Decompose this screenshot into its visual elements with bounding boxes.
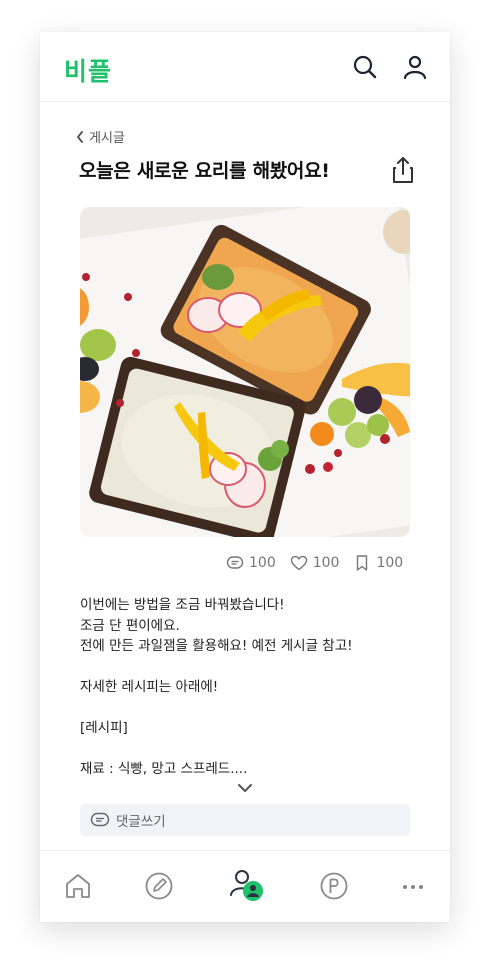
bookmark-count-value: 100 — [376, 555, 404, 571]
bookmark-count[interactable]: 100 — [353, 554, 403, 572]
body-line: 재료 : 식빵, 망고 스프레드.... — [80, 761, 248, 777]
body-line: 전에 만든 과일잼을 활용해요! 예전 게시글 참고! — [80, 638, 353, 654]
post-stats: 100 100 100 — [226, 554, 403, 572]
body-line — [80, 739, 410, 760]
food-photo — [80, 207, 410, 537]
body-line: 이번에는 방법을 조금 바꿔봤습니다! — [80, 597, 285, 613]
like-count[interactable]: 100 — [290, 554, 340, 572]
heart-icon — [290, 555, 307, 571]
like-count-value: 100 — [312, 555, 340, 571]
write-icon[interactable] — [143, 870, 175, 902]
body-line — [80, 698, 410, 719]
breadcrumb[interactable]: 게시글 — [76, 127, 125, 146]
comment-count-value: 100 — [249, 555, 276, 571]
bookmark-icon — [357, 555, 368, 571]
app-header: 비플 — [40, 32, 450, 102]
user-icon[interactable] — [402, 54, 428, 80]
phone-screen: 비플 게시글 오늘은 새로운 요리를 해봤어요! 100 100 100 이번에… — [40, 32, 450, 922]
post-photo[interactable] — [80, 207, 410, 537]
body-line — [80, 657, 410, 678]
post-body: 이번에는 방법을 조금 바꿔봤습니다! 조금 단 편이에요. 전에 만든 과일잼… — [80, 595, 410, 780]
comment-input[interactable]: 댓글쓰기 — [80, 804, 410, 836]
comment-placeholder: 댓글쓰기 — [116, 814, 166, 830]
body-line: 자세한 레시피는 아래에! — [80, 679, 219, 695]
page-title: 오늘은 새로운 요리를 해봤어요! — [79, 160, 330, 182]
community-icon[interactable] — [229, 867, 265, 903]
comment-icon — [90, 812, 110, 827]
comment-count[interactable]: 100 — [226, 554, 276, 572]
more-icon[interactable] — [397, 870, 429, 902]
search-icon[interactable] — [352, 54, 378, 80]
home-icon[interactable] — [62, 870, 94, 902]
chevron-down-icon[interactable] — [236, 782, 254, 794]
body-line: [레시피] — [80, 720, 128, 736]
bottom-tab-bar — [40, 850, 450, 922]
chevron-left-icon — [77, 130, 83, 143]
comment-icon — [226, 556, 244, 569]
breadcrumb-label: 게시글 — [89, 131, 125, 146]
brand-logo[interactable]: 비플 — [64, 52, 112, 88]
body-line: 조금 단 편이에요. — [80, 617, 180, 634]
point-icon[interactable] — [318, 870, 350, 902]
share-icon[interactable] — [390, 155, 416, 185]
